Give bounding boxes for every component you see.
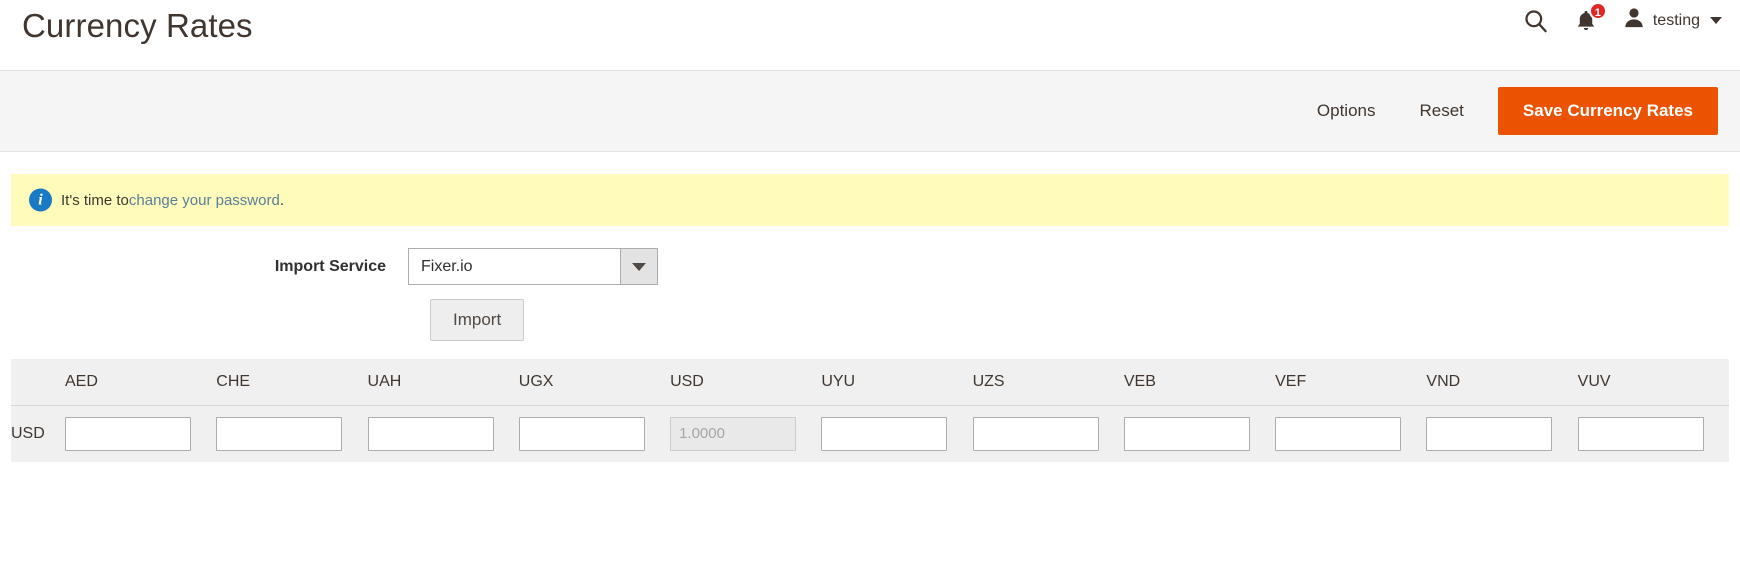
user-name-label: testing [1652, 11, 1700, 29]
table-body: USD [11, 405, 1729, 462]
save-currency-rates-button[interactable]: Save Currency Rates [1497, 87, 1718, 135]
table-head: AED CHE UAH UGX USD UYU UZS VEB VEF VND VUV [11, 359, 1729, 406]
rate-input-usd-usd [670, 416, 797, 451]
row-label-usd: USD [11, 405, 65, 462]
rate-input-usd-uyu[interactable] [821, 416, 948, 451]
table-corner-cell [11, 359, 65, 406]
rate-cell-ugx [518, 405, 671, 462]
column-header-usd: USD [670, 359, 822, 406]
info-icon: i [29, 188, 52, 212]
column-header-vef: VEF [1275, 359, 1427, 406]
import-button[interactable]: Import [430, 299, 525, 341]
rate-input-usd-che[interactable] [216, 416, 343, 451]
caret-down-icon [1710, 17, 1722, 24]
column-header-vuv: VUV [1577, 359, 1729, 406]
reset-button[interactable]: Reset [1397, 89, 1485, 133]
rate-input-usd-vef[interactable] [1275, 416, 1402, 451]
import-service-select[interactable]: Fixer.io [408, 248, 658, 285]
rate-cell-che [216, 405, 368, 462]
page-title: Currency Rates [22, 7, 253, 44]
rate-cell-vnd [1426, 405, 1578, 462]
import-service-label: Import Service [274, 257, 386, 275]
rate-cell-veb [1123, 405, 1276, 462]
rate-input-usd-aed[interactable] [65, 416, 191, 451]
table-row: USD [11, 405, 1729, 462]
column-header-uzs: UZS [972, 359, 1124, 406]
header-actions: 1 testing [1522, 1, 1722, 35]
rate-input-usd-vnd[interactable] [1426, 416, 1553, 451]
import-service-form: Import Service Fixer.io Import [0, 226, 1740, 341]
search-icon[interactable] [1522, 7, 1549, 34]
column-header-uah: UAH [367, 359, 519, 406]
page-actions-bar: Options Reset Save Currency Rates [0, 70, 1740, 152]
rate-cell-aed [65, 405, 217, 462]
rate-cell-uyu [821, 405, 973, 462]
column-header-aed: AED [65, 359, 217, 406]
options-button[interactable]: Options [1295, 89, 1398, 133]
column-header-ugx: UGX [518, 359, 671, 406]
user-menu[interactable]: testing [1623, 6, 1722, 35]
page-header: Currency Rates 1 testing [0, 0, 1740, 70]
rate-input-usd-veb[interactable] [1123, 416, 1250, 451]
rate-cell-uzs [972, 405, 1124, 462]
import-service-field-row: Import Service Fixer.io [0, 248, 1740, 285]
import-service-selected-value: Fixer.io [421, 257, 473, 275]
change-password-link[interactable]: change your password [129, 192, 280, 209]
password-notice-message: i It's time to change your password. [11, 174, 1729, 226]
notifications-bell-icon[interactable]: 1 [1575, 1, 1607, 33]
currency-rates-table: AED CHE UAH UGX USD UYU UZS VEB VEF VND VUV USD [11, 359, 1729, 462]
rate-cell-uah [367, 405, 519, 462]
rate-cell-vuv [1577, 405, 1729, 462]
messages-area: i It's time to change your password. [0, 152, 1740, 226]
column-header-vnd: VND [1426, 359, 1578, 406]
rate-input-usd-vuv[interactable] [1577, 416, 1704, 451]
column-header-veb: VEB [1123, 359, 1276, 406]
chevron-down-icon[interactable] [620, 249, 657, 284]
rate-input-usd-ugx[interactable] [518, 416, 645, 451]
user-avatar-icon [1623, 6, 1645, 35]
rate-input-usd-uah[interactable] [367, 416, 494, 451]
table-header-row: AED CHE UAH UGX USD UYU UZS VEB VEF VND VUV [11, 359, 1729, 406]
rate-input-usd-uzs[interactable] [972, 416, 1099, 451]
currency-rates-table-wrapper: AED CHE UAH UGX USD UYU UZS VEB VEF VND VUV USD [0, 359, 1740, 462]
rate-cell-vef [1275, 405, 1427, 462]
notice-text-after: . [279, 191, 284, 209]
column-header-uyu: UYU [821, 359, 973, 406]
import-button-row: Import [0, 299, 1740, 341]
column-header-che: CHE [216, 359, 368, 406]
notice-text-before: It's time to [61, 191, 129, 209]
rate-cell-usd [670, 405, 822, 462]
notifications-count-badge: 1 [1588, 1, 1607, 20]
